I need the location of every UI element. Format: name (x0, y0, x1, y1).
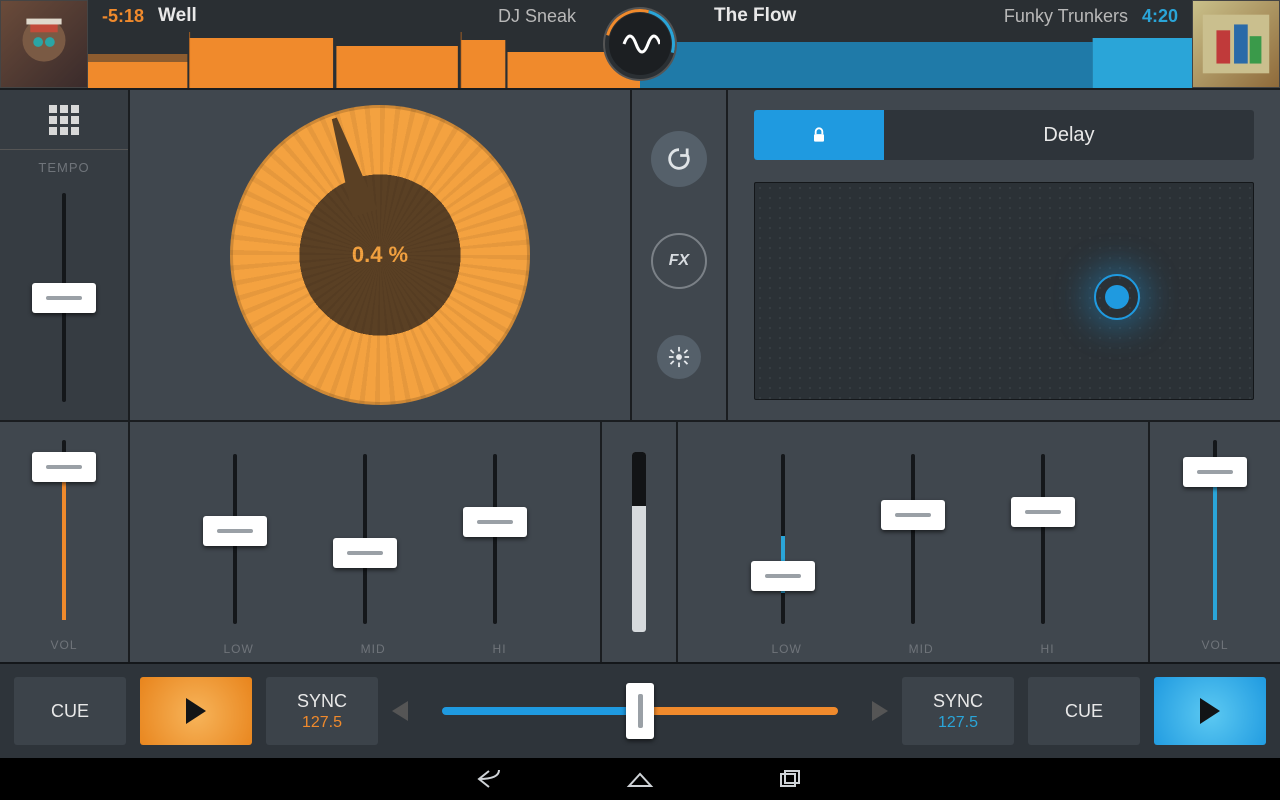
center-buttons-column: FX (632, 90, 728, 420)
recents-icon (775, 768, 805, 790)
eq-label-hi-b: HI (1041, 642, 1055, 656)
sync-button-a[interactable]: SYNC 127.5 (266, 677, 378, 745)
deck-b-artist: Funky Trunkers (1004, 6, 1128, 27)
cycle-icon (665, 145, 693, 173)
eq-label-low: LOW (223, 642, 253, 656)
mini-level-meter (619, 452, 659, 632)
app-logo[interactable] (596, 0, 684, 88)
vol-slider-b[interactable] (1150, 422, 1280, 638)
album-art-deck-b[interactable] (1192, 0, 1280, 88)
mid-section: TEMPO 0.4 % FX (0, 88, 1280, 420)
play-icon-b (1200, 698, 1220, 724)
jog-wheel-column: 0.4 % (130, 90, 632, 420)
sync-button-b[interactable]: SYNC 127.5 (902, 677, 1014, 745)
waveform-deck-b[interactable] (640, 32, 1192, 88)
deck-b-time: 4:20 (1142, 6, 1178, 27)
album-art-deck-a[interactable] (0, 0, 88, 88)
top-bar: -5:18 Well DJ Sneak The Flow (0, 0, 1280, 88)
waveform-deck-a[interactable] (88, 32, 640, 88)
vol-column-b: VOL (1150, 422, 1280, 662)
eq-column-a: LOW MID HI (130, 422, 602, 662)
sync-label-a: SYNC (297, 691, 347, 712)
mini-xfader-column (602, 422, 678, 662)
deck-a-time: -5:18 (102, 6, 144, 27)
eq-a-low[interactable] (170, 436, 300, 642)
eq-label-hi: HI (493, 642, 507, 656)
eq-label-mid: MID (361, 642, 386, 656)
vol-label-a: VOL (50, 638, 77, 652)
fx-name-button[interactable]: Delay (884, 110, 1254, 160)
cue-button-b[interactable]: CUE (1028, 677, 1140, 745)
crossfader[interactable] (422, 677, 858, 745)
eq-column-b: LOW MID HI (678, 422, 1150, 662)
android-navbar (0, 758, 1280, 800)
settings-button[interactable] (657, 335, 701, 379)
home-icon (625, 768, 655, 790)
play-button-a[interactable] (140, 677, 252, 745)
eq-b-mid[interactable] (848, 436, 978, 642)
fx-selector-bar: Delay (754, 110, 1254, 160)
cue-button-a[interactable]: CUE (14, 677, 126, 745)
deck-a-artist: DJ Sneak (498, 6, 576, 27)
eq-row: VOL LOW MID HI (0, 420, 1280, 662)
vol-slider-a[interactable] (0, 422, 128, 638)
tempo-column: TEMPO (0, 90, 130, 420)
sync-label-b: SYNC (933, 691, 983, 712)
crossfader-thumb[interactable] (626, 683, 654, 739)
tempo-label: TEMPO (38, 160, 89, 175)
deck-a-title: Well (158, 5, 197, 27)
vol-column-a: VOL (0, 422, 130, 662)
dj-app-root: -5:18 Well DJ Sneak The Flow (0, 0, 1280, 800)
fx-lock-button[interactable] (754, 110, 884, 160)
eq-b-hi[interactable] (978, 436, 1108, 642)
eq-a-mid[interactable] (300, 436, 430, 642)
deck-b-title: The Flow (714, 5, 796, 27)
eq-label-mid-b: MID (909, 642, 934, 656)
play-icon (186, 698, 206, 724)
bpm-value-a: 127.5 (302, 714, 342, 732)
deck-a-header: -5:18 Well DJ Sneak (88, 0, 640, 88)
nudge-right-icon[interactable] (872, 701, 888, 721)
sync-loop-button[interactable] (651, 131, 707, 187)
transport-bar: CUE SYNC 127.5 SYNC 127.5 CUE (0, 662, 1280, 758)
eq-label-low-b: LOW (771, 642, 801, 656)
fx-xy-pad[interactable] (754, 182, 1254, 400)
fx-button[interactable]: FX (651, 233, 707, 289)
grid-icon (49, 105, 79, 135)
home-button[interactable] (620, 764, 660, 794)
back-icon (475, 768, 505, 790)
vol-label-b: VOL (1201, 638, 1228, 652)
eq-a-hi[interactable] (430, 436, 560, 642)
back-button[interactable] (470, 764, 510, 794)
nudge-left-icon[interactable] (392, 701, 408, 721)
play-button-b[interactable] (1154, 677, 1266, 745)
fx-panel: Delay (728, 90, 1280, 420)
fx-xy-dot[interactable] (1094, 274, 1140, 320)
library-grid-button[interactable] (0, 90, 128, 150)
eq-b-low[interactable] (718, 436, 848, 642)
lock-icon (809, 125, 829, 145)
bpm-value-b: 127.5 (938, 714, 978, 732)
recents-button[interactable] (770, 764, 810, 794)
jog-wheel[interactable]: 0.4 % (230, 105, 530, 405)
tempo-slider[interactable] (0, 175, 128, 420)
gear-icon (668, 346, 690, 368)
deck-b-header: The Flow Funky Trunkers 4:20 (640, 0, 1192, 88)
